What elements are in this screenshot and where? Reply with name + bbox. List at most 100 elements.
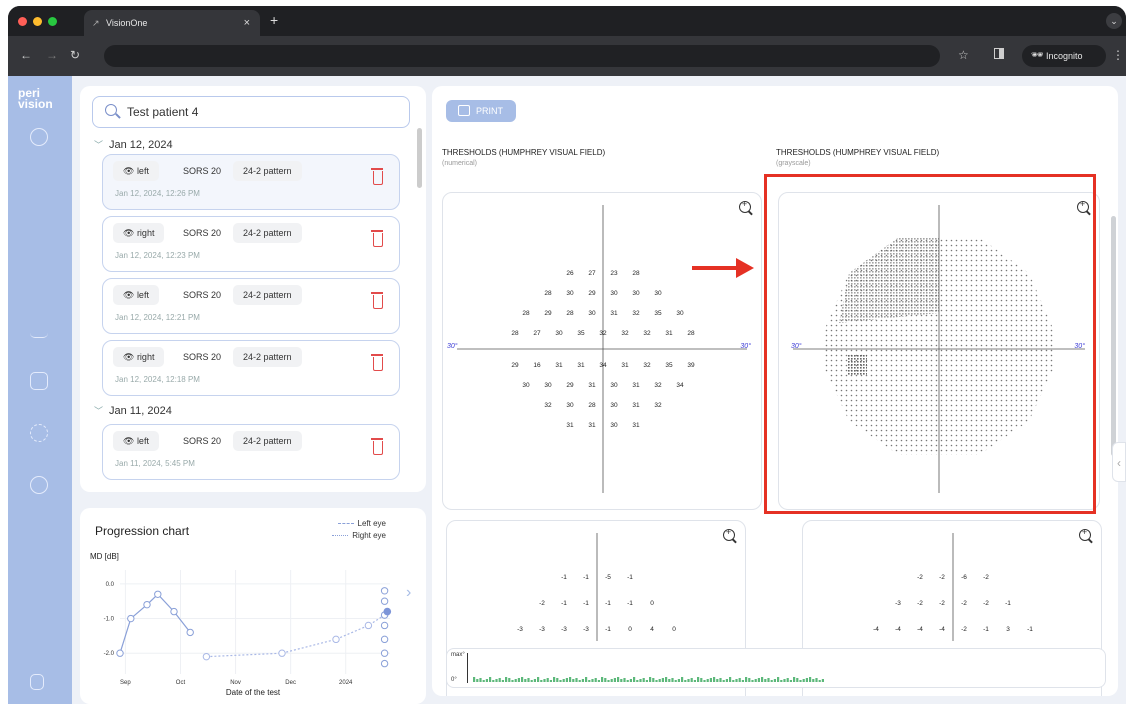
fixation-bar (588, 680, 591, 682)
minimize-window-button[interactable] (33, 17, 42, 26)
fixation-bar (738, 678, 741, 682)
test-card[interactable]: 👁 left SORS 20 24-2 pattern Jan 11, 2024… (102, 424, 400, 480)
test-card[interactable]: 👁 left SORS 20 24-2 pattern Jan 12, 2024… (102, 278, 400, 334)
threshold-value: 35 (654, 310, 662, 317)
fixation-bar (815, 678, 818, 682)
fixation-bar (639, 679, 642, 682)
delete-trash-icon[interactable] (371, 354, 383, 371)
incognito-indicator[interactable]: 🕶 Incognito (1022, 45, 1106, 67)
maximize-window-button[interactable] (48, 17, 57, 26)
numeric-threshold-plot: 26 27 23 28 28 30 29 30 30 30 28 29 28 30 31 32 35 30 28 27… (442, 192, 762, 510)
date-group-header[interactable]: ﹀ Jan 11, 2024 (94, 404, 172, 417)
y-tick-label: -2.0 (104, 651, 115, 657)
fixation-bar (652, 678, 655, 682)
tab-close-icon[interactable]: × (244, 10, 250, 36)
panel-collapse-chevron-icon[interactable]: ‹ (1112, 442, 1126, 482)
delete-trash-icon[interactable] (371, 438, 383, 455)
fixation-bar (687, 679, 690, 682)
threshold-value: 27 (588, 270, 596, 277)
deviation-value: -3 (583, 626, 589, 633)
deviation-value: -2 (939, 600, 945, 607)
tab-search-button[interactable]: ⌄ (1106, 13, 1122, 29)
fixation-bar (703, 680, 706, 682)
threshold-value: 30 (522, 382, 530, 389)
x-tick-label: Dec (285, 680, 296, 686)
deviation-value: 3 (1006, 626, 1010, 633)
delete-trash-icon[interactable] (371, 230, 383, 247)
fixation-bar (761, 677, 764, 682)
printer-icon (458, 105, 470, 116)
tab-visionone[interactable]: ↗ VisionOne × (84, 10, 260, 36)
fixation-bar (473, 677, 476, 682)
test-type-chip: SORS 20 (183, 166, 222, 176)
fixation-bar (661, 678, 664, 682)
help-icon[interactable] (30, 476, 48, 494)
fixation-bar (533, 679, 536, 682)
forward-icon[interactable]: → (46, 49, 58, 61)
pattern-chip: 24-2 pattern (233, 285, 302, 305)
check-circle-icon[interactable] (30, 128, 48, 146)
deviation-value: -1 (583, 600, 589, 607)
threshold-value: 28 (511, 330, 519, 337)
threshold-value: 31 (632, 422, 640, 429)
x-tick-label: Nov (230, 680, 241, 686)
fixation-bar (812, 679, 815, 682)
calendar-icon[interactable] (30, 372, 48, 390)
deviation-value: -2 (961, 600, 967, 607)
threshold-value: 32 (544, 402, 552, 409)
fixation-bar (642, 678, 645, 682)
back-icon[interactable]: ← (20, 49, 32, 61)
date-group-header[interactable]: ﹀ Jan 12, 2024 (94, 138, 173, 151)
threshold-value: 30 (610, 422, 618, 429)
side-panel-icon[interactable] (994, 48, 1004, 59)
annotation-arrow-head (736, 258, 754, 278)
threshold-value: 29 (566, 382, 574, 389)
test-card[interactable]: 👁 left SORS 20 24-2 pattern Jan 12, 2024… (102, 154, 400, 210)
delete-trash-icon[interactable] (371, 168, 383, 185)
deviation-value: -2 (539, 600, 545, 607)
fixation-bar (697, 677, 700, 682)
list-scrollbar[interactable] (417, 128, 422, 188)
data-point (364, 621, 373, 630)
pattern-chip: 24-2 pattern (233, 347, 302, 367)
address-bar[interactable] (104, 45, 940, 67)
fixation-bar (821, 679, 824, 682)
settings-gear-icon[interactable] (30, 424, 48, 442)
delete-trash-icon[interactable] (371, 292, 383, 309)
fixation-bar (482, 680, 485, 682)
degree-right-label: 30° (740, 343, 751, 350)
close-window-button[interactable] (18, 17, 27, 26)
browser-menu-icon[interactable]: ⋮ (1112, 49, 1124, 61)
reload-icon[interactable]: ↻ (70, 49, 80, 61)
logout-icon[interactable] (30, 674, 44, 690)
threshold-value: 31 (577, 362, 585, 369)
print-button[interactable]: PRINT (446, 100, 516, 122)
results-scrollbar[interactable] (1111, 216, 1116, 456)
threshold-value: 31 (610, 310, 618, 317)
progression-chart-panel: Progression chart Left eye Right eye MD … (80, 508, 426, 704)
test-card[interactable]: 👁 right SORS 20 24-2 pattern Jan 12, 202… (102, 340, 400, 396)
threshold-value: 30 (654, 290, 662, 297)
data-point (380, 597, 389, 605)
fixation-bar (498, 678, 501, 682)
numeric-subtitle: (numerical) (442, 160, 478, 167)
chart-next-chevron-icon[interactable]: › (406, 584, 411, 602)
patient-search-input[interactable]: Test patient 4 (92, 96, 410, 128)
deviation-value: -1 (1005, 600, 1011, 607)
data-point (170, 607, 178, 616)
x-tick-label: Sep (120, 680, 131, 686)
bookmark-star-icon[interactable]: ☆ (958, 49, 969, 61)
eye-chip: 👁 right (113, 223, 165, 243)
test-time: Jan 12, 2024, 12:26 PM (115, 189, 200, 198)
bar-chart-icon[interactable] (30, 320, 48, 338)
fixation-bar (553, 677, 556, 682)
fixation-bar (601, 677, 604, 682)
deviation-value: -1 (605, 626, 611, 633)
y-tick-label: -1.0 (104, 617, 115, 623)
new-tab-button[interactable]: + (270, 12, 278, 28)
fixation-bar (501, 680, 504, 682)
browser-toolbar: ← → ↻ ☆ 🕶 Incognito ⋮ (8, 36, 1126, 76)
test-card[interactable]: 👁 right SORS 20 24-2 pattern Jan 12, 202… (102, 216, 400, 272)
data-point (186, 628, 194, 637)
fixation-bar (607, 680, 610, 682)
